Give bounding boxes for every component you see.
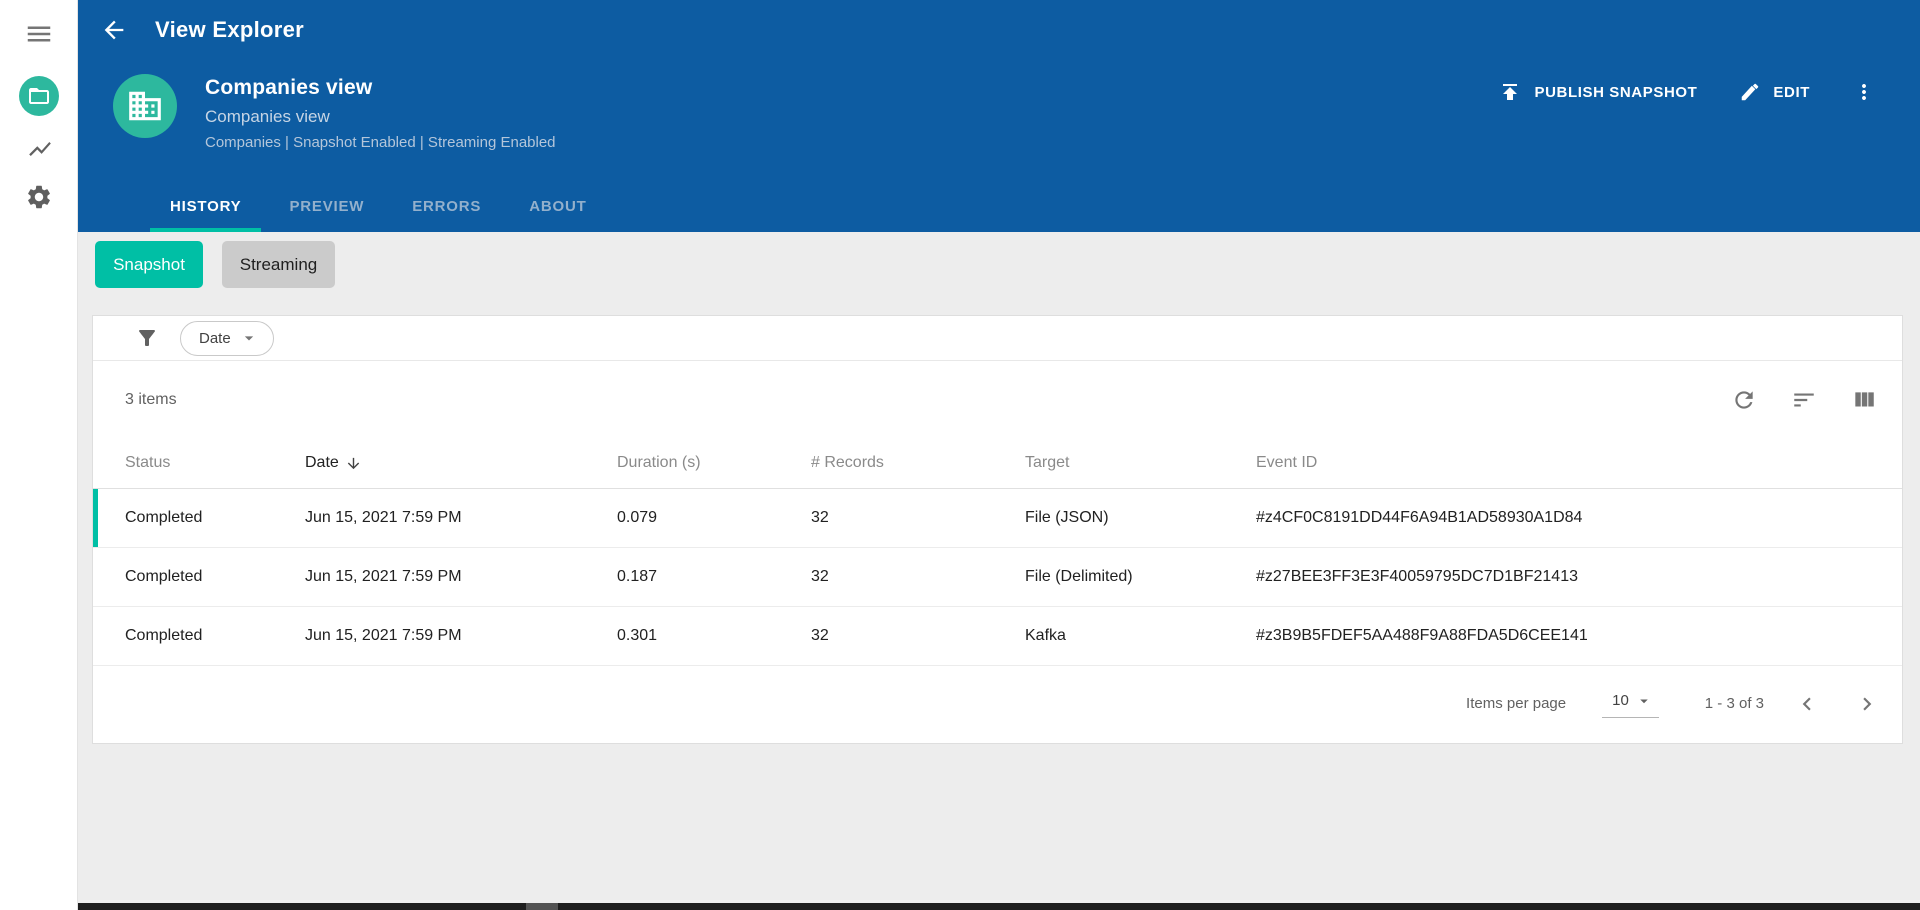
header-actions: PUBLISH SNAPSHOT EDIT bbox=[1498, 78, 1878, 106]
horizontal-scrollbar[interactable] bbox=[0, 903, 1920, 910]
list-toolbar: 3 items bbox=[93, 361, 1902, 438]
column-header-target[interactable]: Target bbox=[1025, 454, 1256, 472]
companies-avatar bbox=[113, 74, 177, 138]
date-filter-label: Date bbox=[199, 329, 231, 347]
cell-event-id: #z27BEE3FF3E3F40059795DC7D1BF21413 bbox=[1256, 568, 1578, 585]
table-row[interactable]: Completed Jun 15, 2021 7:59 PM 0.187 32 … bbox=[93, 548, 1902, 607]
tab-history[interactable]: HISTORY bbox=[150, 184, 262, 232]
sort-icon[interactable] bbox=[1790, 386, 1818, 414]
cell-event-id: #z3B9B5FDEF5AA488F9A88FDA5D6CEE141 bbox=[1256, 627, 1588, 644]
cell-records: 32 bbox=[811, 568, 829, 585]
tab-errors[interactable]: ERRORS bbox=[392, 184, 501, 232]
columns-icon[interactable] bbox=[1850, 386, 1878, 414]
cell-status: Completed bbox=[125, 627, 203, 644]
chevron-down-icon bbox=[244, 336, 253, 341]
table-row[interactable]: Completed Jun 15, 2021 7:59 PM 0.079 32 … bbox=[93, 489, 1902, 548]
page-size-value: 10 bbox=[1612, 692, 1629, 709]
pagination-bar: Items per page 10 1 - 3 of 3 bbox=[93, 666, 1902, 741]
cell-target: File (JSON) bbox=[1025, 509, 1109, 526]
cell-date: Jun 15, 2021 7:59 PM bbox=[305, 509, 462, 526]
cell-date: Jun 15, 2021 7:59 PM bbox=[305, 568, 462, 585]
kebab-menu-icon[interactable] bbox=[1850, 78, 1878, 106]
column-header-status[interactable]: Status bbox=[125, 454, 305, 472]
selected-row-indicator bbox=[93, 489, 98, 547]
chevron-down-icon bbox=[1640, 699, 1648, 703]
view-title: Companies view bbox=[205, 76, 373, 99]
column-header-date[interactable]: Date bbox=[305, 454, 617, 472]
left-rail bbox=[0, 0, 78, 910]
scrollbar-notch bbox=[526, 903, 558, 910]
cell-target: Kafka bbox=[1025, 627, 1066, 644]
tab-preview[interactable]: PREVIEW bbox=[269, 184, 384, 232]
tab-about[interactable]: ABOUT bbox=[509, 184, 606, 232]
cell-records: 32 bbox=[811, 509, 829, 526]
app-bar: View Explorer bbox=[78, 0, 1920, 60]
cell-event-id: #z4CF0C8191DD44F6A94B1AD58930A1D84 bbox=[1256, 509, 1583, 526]
page-range-label: 1 - 3 of 3 bbox=[1704, 695, 1764, 712]
cell-duration: 0.079 bbox=[617, 509, 658, 526]
column-header-duration[interactable]: Duration (s) bbox=[617, 454, 811, 472]
cell-status: Completed bbox=[125, 568, 203, 585]
chart-icon[interactable] bbox=[27, 136, 53, 162]
sort-desc-arrow-icon bbox=[347, 457, 359, 469]
column-header-event-id[interactable]: Event ID bbox=[1256, 454, 1902, 472]
tab-bar: HISTORY PREVIEW ERRORS ABOUT bbox=[150, 184, 607, 232]
cell-duration: 0.187 bbox=[617, 568, 658, 585]
back-arrow-icon[interactable] bbox=[99, 15, 129, 45]
refresh-icon[interactable] bbox=[1730, 386, 1758, 414]
cell-target: File (Delimited) bbox=[1025, 568, 1133, 585]
menu-icon[interactable] bbox=[24, 22, 54, 46]
page-size-select[interactable]: 10 bbox=[1602, 690, 1659, 718]
table-row[interactable]: Completed Jun 15, 2021 7:59 PM 0.301 32 … bbox=[93, 607, 1902, 666]
history-card: Date 3 items Status Date Duration (s) # … bbox=[92, 315, 1903, 744]
edit-label: EDIT bbox=[1773, 83, 1810, 101]
date-filter-chip[interactable]: Date bbox=[180, 320, 274, 356]
filter-bar: Date bbox=[93, 316, 1902, 361]
view-meta: Companies | Snapshot Enabled | Streaming… bbox=[205, 134, 556, 151]
pencil-icon bbox=[1742, 83, 1759, 101]
publish-label: PUBLISH SNAPSHOT bbox=[1534, 83, 1698, 101]
cell-date: Jun 15, 2021 7:59 PM bbox=[305, 627, 462, 644]
publish-icon bbox=[1503, 84, 1518, 100]
items-count: 3 items bbox=[125, 390, 177, 408]
building-icon bbox=[129, 91, 161, 121]
edit-button[interactable]: EDIT bbox=[1739, 81, 1810, 103]
snapshot-button[interactable]: Snapshot bbox=[95, 241, 203, 288]
items-per-page-label: Items per page bbox=[1466, 695, 1567, 712]
cell-status: Completed bbox=[125, 509, 203, 526]
streaming-button[interactable]: Streaming bbox=[222, 241, 335, 288]
filter-funnel-icon[interactable] bbox=[134, 325, 160, 351]
publish-snapshot-button[interactable]: PUBLISH SNAPSHOT bbox=[1498, 80, 1697, 104]
table-header-row: Status Date Duration (s) # Records Targe… bbox=[93, 438, 1902, 489]
cell-records: 32 bbox=[811, 627, 829, 644]
next-page-icon[interactable] bbox=[1850, 687, 1884, 721]
page-title: View Explorer bbox=[155, 17, 305, 42]
cell-duration: 0.301 bbox=[617, 627, 658, 644]
view-subtitle: Companies view bbox=[205, 107, 330, 126]
page-header: View Explorer Companies view Companies v… bbox=[78, 0, 1920, 232]
previous-page-icon[interactable] bbox=[1790, 687, 1824, 721]
column-header-records[interactable]: # Records bbox=[811, 454, 1025, 472]
gear-icon[interactable] bbox=[25, 183, 53, 211]
app-folder-icon[interactable] bbox=[19, 76, 59, 116]
view-summary: Companies view Companies view Companies … bbox=[113, 74, 556, 151]
